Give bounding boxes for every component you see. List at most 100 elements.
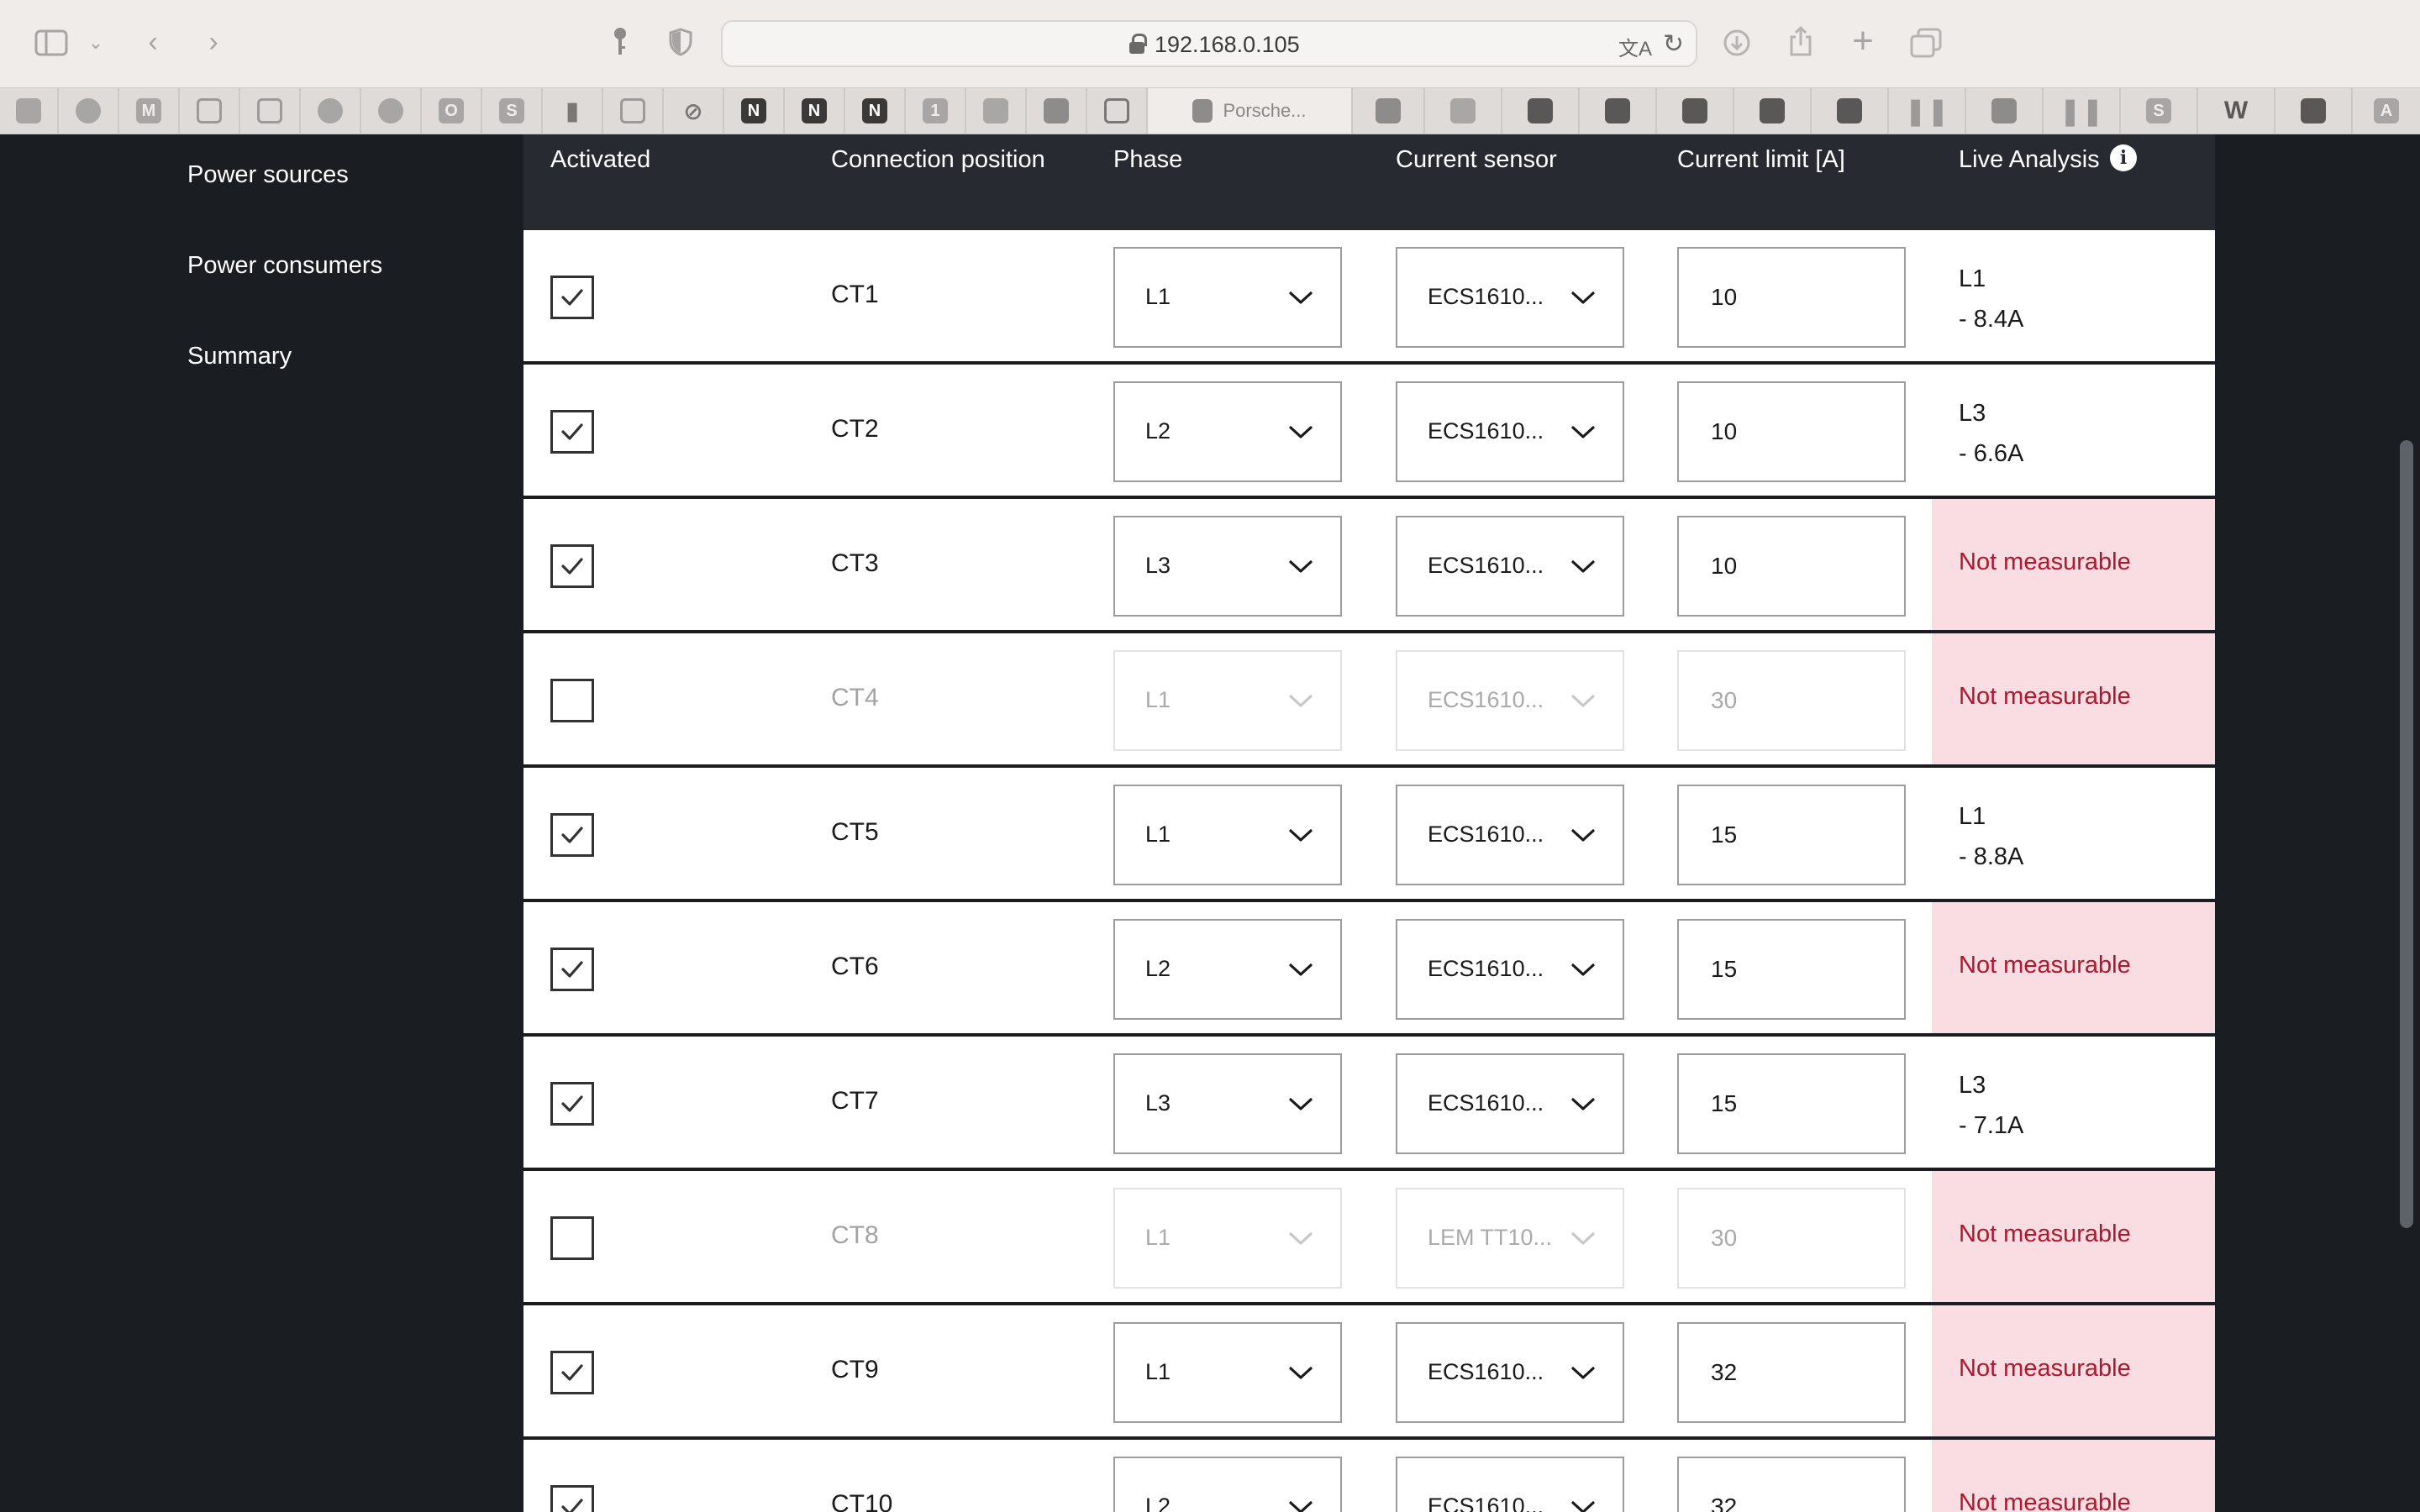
sidebar-toggle-icon[interactable] — [34, 29, 69, 57]
column-header-activated: Activated — [550, 146, 651, 173]
current-limit-input[interactable]: 15 — [1677, 919, 1906, 1020]
phase-select[interactable]: L2 — [1113, 919, 1342, 1020]
tab[interactable]: A — [2353, 88, 2420, 134]
address-bar[interactable]: 192.168.0.105 文A ↻ — [721, 20, 1697, 67]
current-limit-input[interactable]: 10 — [1677, 247, 1906, 348]
current-sensor-select[interactable]: ECS1610... — [1396, 1457, 1624, 1512]
tab[interactable] — [1580, 88, 1657, 134]
tab[interactable]: W — [2198, 88, 2275, 134]
downloads-icon[interactable] — [1721, 27, 1753, 59]
tab[interactable] — [1502, 88, 1580, 134]
tab[interactable]: ▮ — [543, 88, 603, 134]
tab[interactable]: S — [2121, 88, 2198, 134]
tab[interactable]: S — [482, 88, 543, 134]
activated-checkbox[interactable] — [550, 410, 594, 454]
current-limit-input[interactable]: 32 — [1677, 1322, 1906, 1423]
current-limit-input[interactable]: 32 — [1677, 1457, 1906, 1512]
tab[interactable]: ❚❚ — [1889, 88, 1966, 134]
reload-icon[interactable]: ↻ — [1663, 29, 1684, 59]
current-limit-value: 10 — [1711, 553, 1738, 579]
tab[interactable] — [301, 88, 361, 134]
tab[interactable] — [1087, 88, 1148, 134]
tab[interactable] — [180, 88, 240, 134]
tab[interactable]: N — [724, 88, 785, 134]
activated-checkbox[interactable] — [550, 1485, 594, 1512]
phase-select[interactable]: L1 — [1113, 650, 1342, 751]
tab[interactable] — [966, 88, 1027, 134]
current-limit-input[interactable]: 15 — [1677, 785, 1906, 885]
chevron-down-icon[interactable]: ⌄ — [84, 29, 108, 57]
tab-favicon-icon — [1528, 98, 1553, 123]
tab[interactable]: 1 — [906, 88, 966, 134]
tab-active[interactable]: Porsche... — [1148, 88, 1353, 134]
tab[interactable]: O — [422, 88, 482, 134]
phase-select[interactable]: L3 — [1113, 516, 1342, 617]
tab[interactable] — [1425, 88, 1502, 134]
scrollbar[interactable] — [2400, 440, 2413, 1228]
table-row: CT9 L1 ECS1610... 32 Not measurable — [523, 1305, 2215, 1440]
tab[interactable] — [0, 88, 59, 134]
current-sensor-select[interactable]: ECS1610... — [1396, 785, 1624, 885]
tab[interactable] — [603, 88, 664, 134]
sidebar-item-power-consumers[interactable]: Power consumers — [187, 252, 382, 280]
current-sensor-select[interactable]: ECS1610... — [1396, 516, 1624, 617]
current-limit-input[interactable]: 10 — [1677, 381, 1906, 482]
tab[interactable] — [1734, 88, 1812, 134]
current-limit-input[interactable]: 15 — [1677, 1053, 1906, 1154]
current-sensor-select[interactable]: ECS1610... — [1396, 1322, 1624, 1423]
activated-checkbox[interactable] — [550, 948, 594, 991]
shield-icon[interactable] — [666, 27, 696, 57]
tab[interactable]: ❚❚ — [2044, 88, 2121, 134]
activated-checkbox[interactable] — [550, 276, 594, 319]
current-sensor-select[interactable]: ECS1610... — [1396, 919, 1624, 1020]
tab[interactable] — [1657, 88, 1734, 134]
activated-checkbox[interactable] — [550, 813, 594, 857]
tab[interactable] — [1966, 88, 2044, 134]
phase-select[interactable]: L3 — [1113, 1053, 1342, 1154]
tab[interactable]: N — [785, 88, 845, 134]
back-icon[interactable]: ‹ — [138, 25, 168, 59]
current-sensor-select[interactable]: ECS1610... — [1396, 247, 1624, 348]
phase-select[interactable]: L1 — [1113, 247, 1342, 348]
tab-overview-icon[interactable] — [1909, 27, 1943, 59]
current-sensor-select[interactable]: LEM TT10... — [1396, 1188, 1624, 1289]
phase-select[interactable]: L1 — [1113, 1188, 1342, 1289]
tab[interactable] — [1353, 88, 1425, 134]
current-limit-value: 10 — [1711, 418, 1738, 444]
tab[interactable] — [1812, 88, 1889, 134]
connection-position: CT8 — [831, 1221, 879, 1249]
share-icon[interactable] — [1785, 24, 1817, 59]
current-limit-input[interactable]: 10 — [1677, 516, 1906, 617]
activated-checkbox[interactable] — [550, 544, 594, 588]
key-icon[interactable] — [605, 25, 635, 59]
tab[interactable]: N — [845, 88, 906, 134]
phase-select[interactable]: L2 — [1113, 381, 1342, 482]
info-icon[interactable]: i — [2110, 144, 2137, 171]
phase-select[interactable]: L1 — [1113, 1322, 1342, 1423]
tab[interactable]: ⊘ — [664, 88, 724, 134]
table-header: Activated Connection position Phase Curr… — [523, 134, 2215, 230]
tab[interactable] — [2275, 88, 2353, 134]
activated-checkbox[interactable] — [550, 1351, 594, 1394]
current-limit-input[interactable]: 30 — [1677, 1188, 1906, 1289]
tab[interactable] — [240, 88, 301, 134]
tab[interactable]: M — [119, 88, 180, 134]
forward-icon[interactable]: › — [198, 25, 229, 59]
sidebar-item-power-sources[interactable]: Power sources — [187, 161, 349, 189]
current-sensor-select[interactable]: ECS1610... — [1396, 1053, 1624, 1154]
current-sensor-select[interactable]: ECS1610... — [1396, 650, 1624, 751]
tab[interactable] — [59, 88, 119, 134]
current-limit-input[interactable]: 30 — [1677, 650, 1906, 751]
phase-select[interactable]: L2 — [1113, 1457, 1342, 1512]
new-tab-icon[interactable]: + — [1847, 23, 1879, 60]
tab[interactable] — [1027, 88, 1087, 134]
phase-select[interactable]: L1 — [1113, 785, 1342, 885]
activated-checkbox[interactable] — [550, 1216, 594, 1260]
tab[interactable] — [361, 88, 422, 134]
current-sensor-select[interactable]: ECS1610... — [1396, 381, 1624, 482]
activated-checkbox[interactable] — [550, 679, 594, 722]
translate-icon[interactable]: 文A — [1618, 32, 1652, 61]
tab-favicon-icon — [257, 98, 282, 123]
sidebar-item-summary[interactable]: Summary — [187, 343, 292, 370]
activated-checkbox[interactable] — [550, 1082, 594, 1126]
